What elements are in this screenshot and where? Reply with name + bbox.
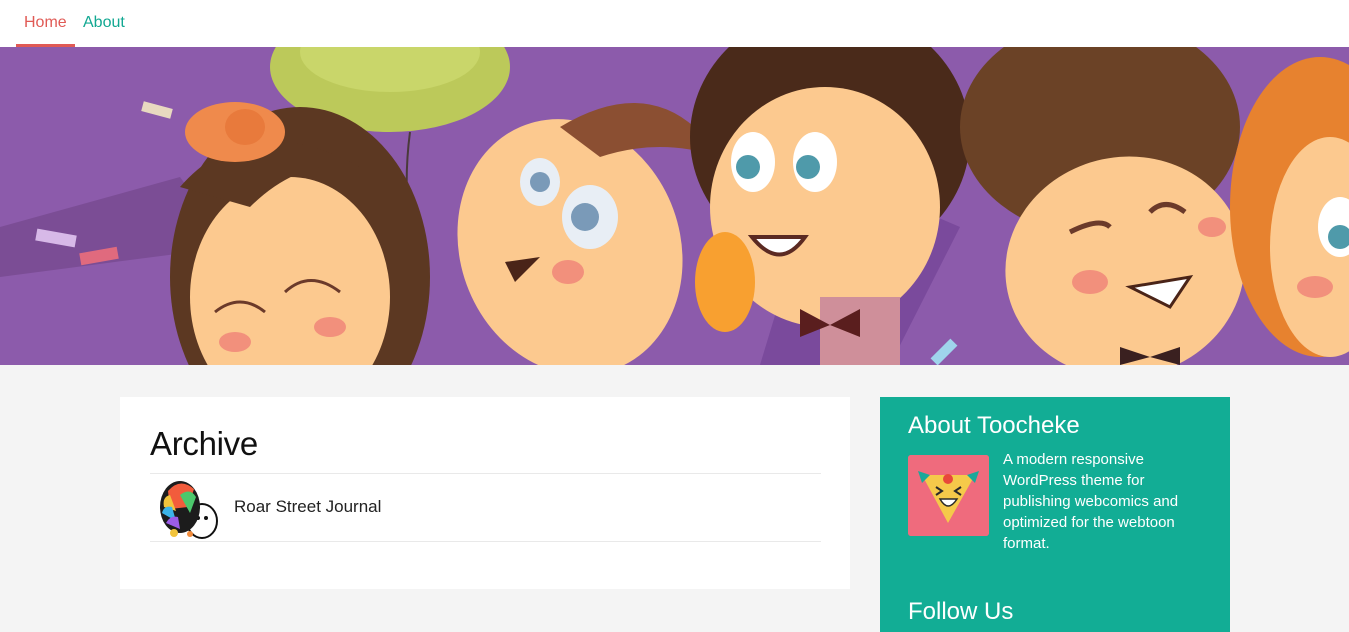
nav-home-link[interactable]: Home <box>16 0 75 47</box>
archive-title: Archive <box>150 425 258 462</box>
banner-illustration <box>0 47 1349 365</box>
archive-list-item[interactable]: Roar Street Journal <box>150 474 821 542</box>
sidebar-widget: About Toocheke A modern responsive WordP… <box>880 397 1230 632</box>
toocheke-clown-logo-icon <box>908 455 989 536</box>
archive-card: Archive Roar Street Journal <box>120 397 850 589</box>
about-widget-title: About Toocheke <box>908 412 1080 439</box>
about-widget-description: A modern responsive WordPress theme for … <box>1003 451 1179 552</box>
nav-about-link[interactable]: About <box>75 0 133 47</box>
follow-us-title: Follow Us <box>908 598 1014 625</box>
header-banner-image <box>0 47 1349 365</box>
colorful-character-thumbnail-icon[interactable] <box>150 477 222 539</box>
archive-item-label[interactable]: Roar Street Journal <box>234 497 381 517</box>
top-navigation: Home About <box>0 0 1349 47</box>
